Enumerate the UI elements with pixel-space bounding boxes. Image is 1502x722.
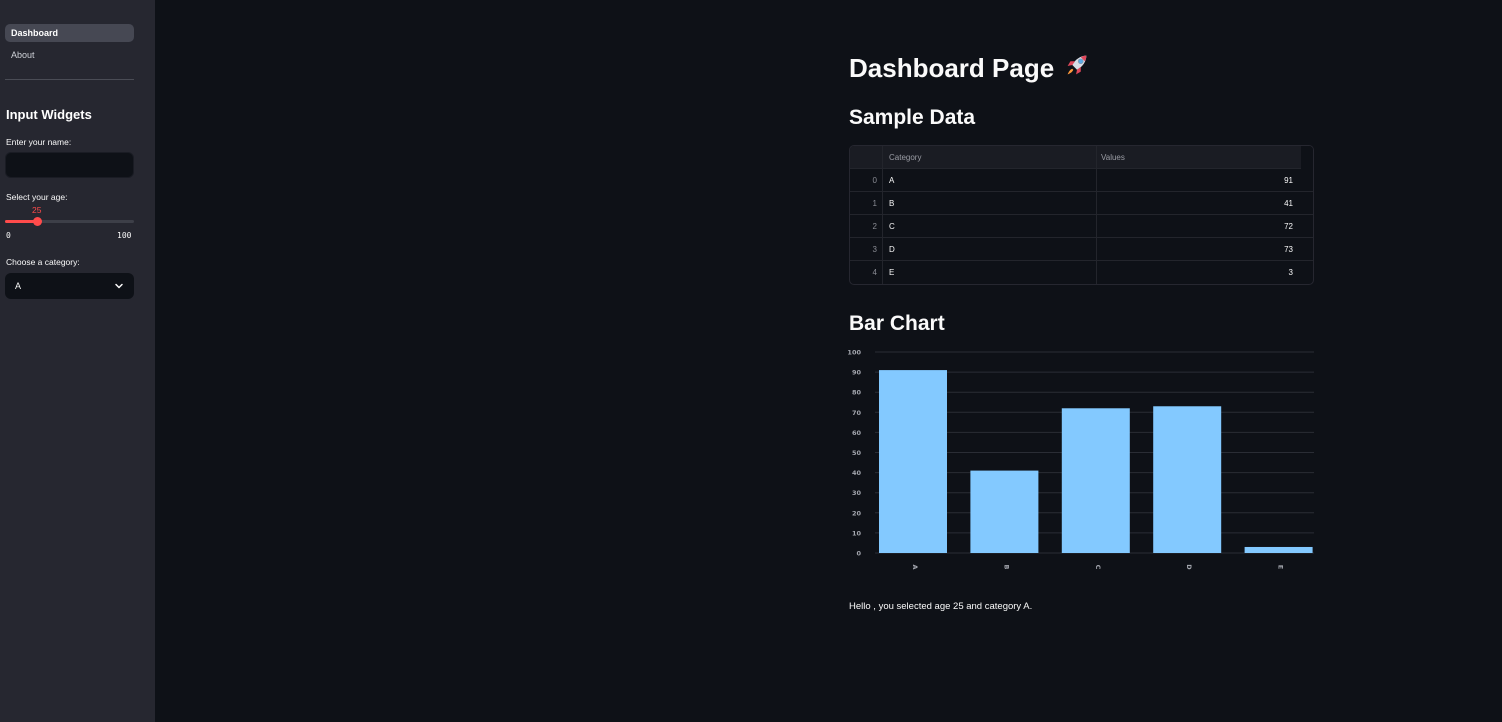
table-row[interactable]: 4 E 3 xyxy=(850,261,1313,284)
sidebar-divider xyxy=(5,79,134,80)
table-row[interactable]: 2 C 72 xyxy=(850,215,1313,238)
age-slider-min: 0 xyxy=(6,231,11,240)
chart-bar-e[interactable] xyxy=(1244,546,1313,553)
y-tick-label: 100 xyxy=(847,349,861,357)
x-tick-label: B xyxy=(1002,565,1010,570)
category-select[interactable]: A xyxy=(5,273,134,299)
table-cell-category[interactable]: C xyxy=(883,215,1097,238)
table-cell-index: 3 xyxy=(850,238,883,261)
chart-bar-c[interactable] xyxy=(1061,408,1130,553)
nav-item-dashboard[interactable]: Dashboard xyxy=(5,24,134,42)
table-header-values[interactable]: Values xyxy=(1097,146,1301,169)
table-cell-value[interactable]: 91 xyxy=(1097,169,1301,192)
name-input[interactable] xyxy=(5,152,134,178)
table-cell-value[interactable]: 73 xyxy=(1097,238,1301,261)
nav-item-about[interactable]: About xyxy=(5,46,134,64)
result-message: Hello , you selected age 25 and category… xyxy=(849,601,1033,612)
y-tick-label: 60 xyxy=(852,429,862,437)
chart-bar-d[interactable] xyxy=(1153,406,1222,553)
chevron-down-icon xyxy=(115,283,123,289)
y-tick-label: 10 xyxy=(852,529,862,537)
table-row[interactable]: 0 A 91 xyxy=(850,169,1313,192)
table-cell-category[interactable]: A xyxy=(883,169,1097,192)
y-tick-label: 80 xyxy=(852,389,862,397)
category-label: Choose a category: xyxy=(6,257,80,267)
table-cell-index: 0 xyxy=(850,169,883,192)
table-cell-index: 1 xyxy=(850,192,883,215)
y-tick-label: 30 xyxy=(852,489,862,497)
sidebar-heading: Input Widgets xyxy=(6,107,92,122)
x-tick-label: D xyxy=(1185,564,1193,570)
age-slider-max: 100 xyxy=(117,231,132,240)
name-label: Enter your name: xyxy=(6,137,72,147)
table-cell-category[interactable]: B xyxy=(883,192,1097,215)
y-tick-label: 50 xyxy=(852,449,862,457)
table-cell-value[interactable]: 72 xyxy=(1097,215,1301,238)
x-tick-label: A xyxy=(911,564,919,569)
table-header-category[interactable]: Category xyxy=(883,146,1097,169)
table-header-spacer xyxy=(1301,146,1313,169)
sidebar: Dashboard About Input Widgets Enter your… xyxy=(0,0,155,722)
page-title: Dashboard Page xyxy=(849,50,1092,84)
table-cell-index: 2 xyxy=(850,215,883,238)
y-tick-label: 90 xyxy=(852,369,862,377)
y-tick-label: 0 xyxy=(856,550,861,558)
table-cell-index: 4 xyxy=(850,261,883,284)
y-tick-label: 70 xyxy=(852,409,862,417)
table-row[interactable]: 3 D 73 xyxy=(850,238,1313,261)
y-tick-label: 40 xyxy=(852,469,862,477)
table-header-index xyxy=(850,146,883,169)
x-tick-label: E xyxy=(1277,565,1285,569)
sample-data-title: Sample Data xyxy=(849,106,976,129)
sidebar-nav: Dashboard About xyxy=(5,24,134,68)
chart-bar-b[interactable] xyxy=(970,470,1039,553)
table-cell-category[interactable]: E xyxy=(883,261,1097,284)
bar-chart[interactable]: 0 10 20 30 40 50 60 70 80 90 100 A B C D E xyxy=(845,346,1320,576)
age-slider-thumb[interactable] xyxy=(32,217,42,226)
chart-bar-a[interactable] xyxy=(879,370,947,553)
age-slider-value: 25 xyxy=(32,205,42,215)
table-header-row: Category Values xyxy=(850,146,1313,169)
table-cell-category[interactable]: D xyxy=(883,238,1097,261)
y-tick-label: 20 xyxy=(852,509,862,517)
table-cell-value[interactable]: 41 xyxy=(1097,192,1301,215)
age-label: Select your age: xyxy=(6,192,68,202)
age-slider-track[interactable] xyxy=(5,220,134,223)
table-cell-value[interactable]: 3 xyxy=(1097,261,1301,284)
bar-chart-title: Bar Chart xyxy=(849,312,945,335)
category-select-value: A xyxy=(15,281,22,291)
rocket-icon xyxy=(1067,55,1087,75)
data-table[interactable]: Category Values 0 A 91 1 B 41 2 C 72 3 D… xyxy=(849,145,1314,285)
x-tick-label: C xyxy=(1094,565,1102,570)
table-row[interactable]: 1 B 41 xyxy=(850,192,1313,215)
page-title-text: Dashboard Page xyxy=(849,53,1055,83)
